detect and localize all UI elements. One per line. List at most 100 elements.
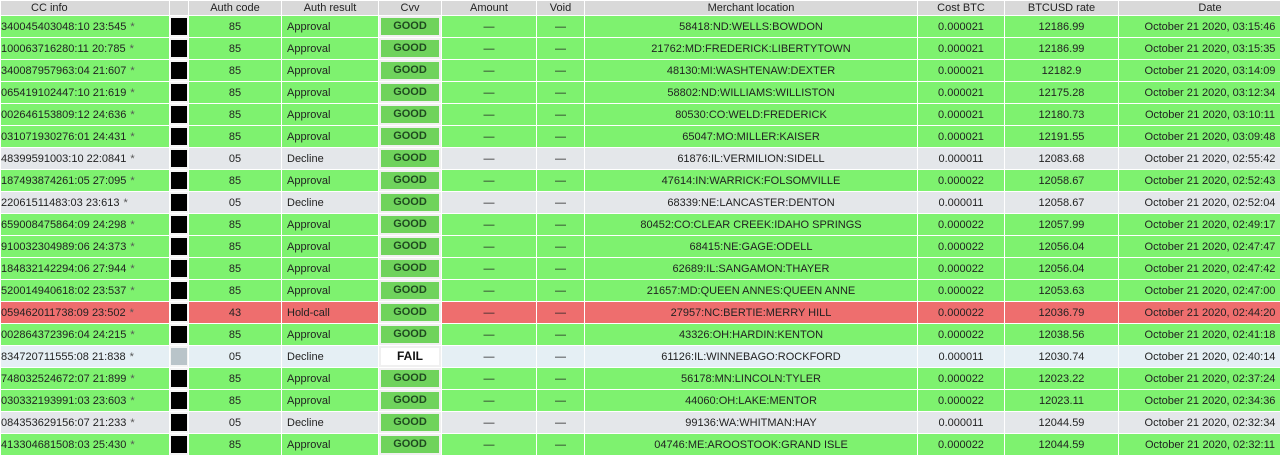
column-header-cvv[interactable]: Cvv bbox=[379, 1, 441, 15]
cc-info-cell[interactable]: 002646153809:12 24:636 * bbox=[1, 104, 169, 125]
status-marker-cell bbox=[170, 280, 188, 301]
status-marker-cell bbox=[170, 434, 188, 455]
column-header-auth-result[interactable]: Auth result bbox=[282, 1, 378, 15]
cc-info-cell[interactable]: 059462011738:09 23:502 * bbox=[1, 302, 169, 323]
cc-info-cell[interactable]: 748032524672:07 21:899 * bbox=[1, 368, 169, 389]
cc-info-cell[interactable]: 187493874261:05 27:095 * bbox=[1, 170, 169, 191]
auth-code-cell: 05 bbox=[189, 346, 281, 367]
cvv-badge: GOOD bbox=[381, 18, 439, 35]
column-header-void[interactable]: Void bbox=[537, 1, 584, 15]
cc-info-cell[interactable]: 910032304989:06 24:373 * bbox=[1, 236, 169, 257]
amount-cell: — bbox=[442, 104, 536, 125]
date-cell: October 21 2020, 03:15:35 bbox=[1119, 38, 1280, 59]
cc-info-cell[interactable]: 834720711555:08 21:838 * bbox=[1, 346, 169, 367]
table-row[interactable]: 184832142294:06 27:944 * 85 Approval GOOD — —6… bbox=[1, 258, 1280, 279]
cost-btc-cell: 0.000022 bbox=[918, 236, 1004, 257]
table-row[interactable]: 520014940618:02 23:537 * 85 Approval GOOD — —2… bbox=[1, 280, 1280, 301]
status-square-icon bbox=[171, 436, 187, 453]
auth-code-cell: 43 bbox=[189, 302, 281, 323]
cc-info-text: 100063716280:11 20:785 bbox=[1, 42, 126, 55]
cost-btc-cell: 0.000022 bbox=[918, 302, 1004, 323]
auth-result-cell: Hold-call bbox=[282, 302, 378, 323]
cost-btc-cell: 0.000021 bbox=[918, 60, 1004, 81]
merchant-location-cell: 61126:IL:WINNEBAGO:ROCKFORD bbox=[585, 346, 917, 367]
cc-info-cell[interactable]: 340087957963:04 21:607 * bbox=[1, 60, 169, 81]
table-row[interactable]: 187493874261:05 27:095 * 85 Approval GOOD — —4… bbox=[1, 170, 1280, 191]
table-row[interactable]: 059462011738:09 23:502 * 43 Hold-call GOOD — —… bbox=[1, 302, 1280, 323]
table-row[interactable]: 031071930276:01 24:431 * 85 Approval GOOD — —6… bbox=[1, 126, 1280, 147]
table-row[interactable]: 834720711555:08 21:838 * 05 Decline FAIL — —61… bbox=[1, 346, 1280, 367]
cvv-badge: GOOD bbox=[381, 238, 439, 255]
auth-code-cell: 85 bbox=[189, 82, 281, 103]
table-row[interactable]: 22061511483:03 23:613 * 05 Decline GOOD — —683… bbox=[1, 192, 1280, 213]
auth-result-cell: Approval bbox=[282, 258, 378, 279]
cc-info-cell[interactable]: 030332193991:03 23:603 * bbox=[1, 390, 169, 411]
column-header-cost-btc[interactable]: Cost BTC bbox=[918, 1, 1004, 15]
btcusd-rate-cell: 12030.74 bbox=[1005, 346, 1118, 367]
cc-info-cell[interactable]: 065419102447:10 21:619 * bbox=[1, 82, 169, 103]
cvv-badge: GOOD bbox=[381, 84, 439, 101]
column-header-btcusd-rate[interactable]: BTCUSD rate bbox=[1005, 1, 1118, 15]
date-cell: October 21 2020, 02:49:17 bbox=[1119, 214, 1280, 235]
star-marker: * bbox=[130, 86, 135, 99]
cc-info-cell[interactable]: 002864372396:04 24:215 * bbox=[1, 324, 169, 345]
merchant-location-cell: 04746:ME:AROOSTOOK:GRAND ISLE bbox=[585, 434, 917, 455]
column-header-date[interactable]: Date bbox=[1119, 1, 1280, 15]
cvv-cell: GOOD bbox=[379, 302, 441, 323]
cc-info-cell[interactable]: 520014940618:02 23:537 * bbox=[1, 280, 169, 301]
cvv-cell: GOOD bbox=[379, 368, 441, 389]
column-header-amount[interactable]: Amount bbox=[442, 1, 536, 15]
status-marker-cell bbox=[170, 346, 188, 367]
cvv-badge: GOOD bbox=[381, 370, 439, 387]
table-row[interactable]: 413304681508:03 25:430 * 85 Approval GOOD — —0… bbox=[1, 434, 1280, 455]
cost-btc-cell: 0.000021 bbox=[918, 16, 1004, 37]
status-square-icon bbox=[171, 326, 187, 343]
table-row[interactable]: 910032304989:06 24:373 * 85 Approval GOOD — —6… bbox=[1, 236, 1280, 257]
btcusd-rate-cell: 12044.59 bbox=[1005, 412, 1118, 433]
cc-info-cell[interactable]: 413304681508:03 25:430 * bbox=[1, 434, 169, 455]
cvv-cell: GOOD bbox=[379, 434, 441, 455]
cost-btc-cell: 0.000022 bbox=[918, 434, 1004, 455]
table-row[interactable]: 340087957963:04 21:607 * 85 Approval GOOD — —4… bbox=[1, 60, 1280, 81]
cc-info-cell[interactable]: 340045403048:10 23:545 * bbox=[1, 16, 169, 37]
table-row[interactable]: 100063716280:11 20:785 * 85 Approval GOOD — —2… bbox=[1, 38, 1280, 59]
cc-info-cell[interactable]: 184832142294:06 27:944 * bbox=[1, 258, 169, 279]
column-header-merchant-location[interactable]: Merchant location bbox=[585, 1, 917, 15]
table-row[interactable]: 084353629156:07 21:233 * 05 Decline GOOD — —99… bbox=[1, 412, 1280, 433]
cvv-cell: GOOD bbox=[379, 82, 441, 103]
cc-info-cell[interactable]: 22061511483:03 23:613 * bbox=[1, 192, 169, 213]
merchant-location-cell: 65047:MO:MILLER:KAISER bbox=[585, 126, 917, 147]
table-row[interactable]: 065419102447:10 21:619 * 85 Approval GOOD — —5… bbox=[1, 82, 1280, 103]
cc-info-cell[interactable]: 084353629156:07 21:233 * bbox=[1, 412, 169, 433]
table-row[interactable]: 030332193991:03 23:603 * 85 Approval GOOD — —4… bbox=[1, 390, 1280, 411]
table-row[interactable]: 748032524672:07 21:899 * 85 Approval GOOD — —5… bbox=[1, 368, 1280, 389]
status-marker-cell bbox=[170, 192, 188, 213]
table-row[interactable]: 48399591003:10 22:0841 * 05 Decline GOOD — —61… bbox=[1, 148, 1280, 169]
cvv-cell: GOOD bbox=[379, 280, 441, 301]
void-cell: — bbox=[537, 170, 584, 191]
cvv-badge: GOOD bbox=[381, 194, 439, 211]
status-marker-cell bbox=[170, 170, 188, 191]
amount-cell: — bbox=[442, 16, 536, 37]
merchant-location-cell: 48130:MI:WASHTENAW:DEXTER bbox=[585, 60, 917, 81]
auth-code-cell: 85 bbox=[189, 236, 281, 257]
table-row[interactable]: 002864372396:04 24:215 * 85 Approval GOOD — —4… bbox=[1, 324, 1280, 345]
amount-cell: — bbox=[442, 258, 536, 279]
cc-info-cell[interactable]: 031071930276:01 24:431 * bbox=[1, 126, 169, 147]
cost-btc-cell: 0.000011 bbox=[918, 192, 1004, 213]
cc-info-cell[interactable]: 100063716280:11 20:785 * bbox=[1, 38, 169, 59]
cc-info-text: 031071930276:01 24:431 bbox=[1, 130, 127, 143]
table-row[interactable]: 340045403048:10 23:545 * 85 Approval GOOD — —5… bbox=[1, 16, 1280, 37]
btcusd-rate-cell: 12038.56 bbox=[1005, 324, 1118, 345]
table-row[interactable]: 002646153809:12 24:636 * 85 Approval GOOD — —8… bbox=[1, 104, 1280, 125]
cc-info-cell[interactable]: 659008475864:09 24:298 * bbox=[1, 214, 169, 235]
cc-info-text: 340045403048:10 23:545 bbox=[1, 20, 127, 33]
star-marker: * bbox=[130, 284, 135, 297]
column-header-auth-code[interactable]: Auth code bbox=[189, 1, 281, 15]
table-row[interactable]: 659008475864:09 24:298 * 85 Approval GOOD — —8… bbox=[1, 214, 1280, 235]
void-cell: — bbox=[537, 104, 584, 125]
auth-result-cell: Decline bbox=[282, 192, 378, 213]
cc-info-cell[interactable]: 48399591003:10 22:0841 * bbox=[1, 148, 169, 169]
status-marker-cell bbox=[170, 38, 188, 59]
column-header-cc-info[interactable]: CC info bbox=[1, 1, 169, 15]
